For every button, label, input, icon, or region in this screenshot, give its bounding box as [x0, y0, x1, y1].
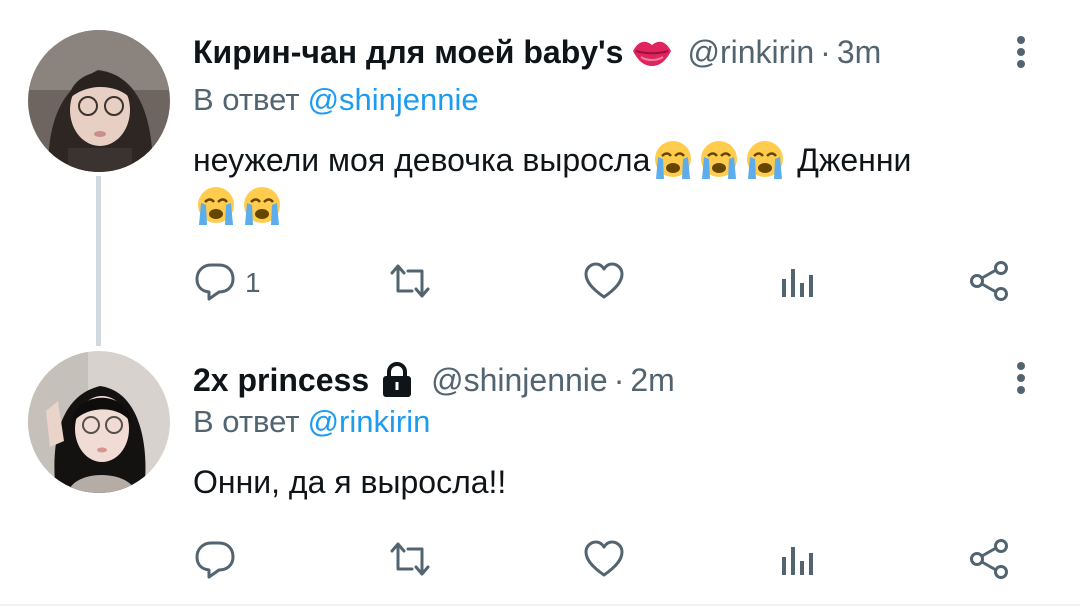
tweet-header: 2x princess @shinjennie · 2m	[193, 360, 675, 400]
tweet-text: Онни, да я выросла!!	[193, 464, 507, 500]
display-name[interactable]: Кирин-чан для моей baby's	[193, 34, 623, 71]
loudly-crying-face-icon	[193, 185, 239, 227]
timestamp[interactable]: 2m	[630, 362, 674, 399]
reply-icon[interactable]	[193, 539, 237, 584]
retweet-button[interactable]	[386, 258, 434, 308]
share-icon[interactable]	[968, 260, 1012, 307]
analytics-icon[interactable]	[778, 539, 818, 584]
share-button[interactable]	[968, 536, 1012, 586]
separator-dot: ·	[820, 33, 831, 70]
display-name[interactable]: 2x princess	[193, 362, 369, 399]
analytics-button[interactable]	[778, 536, 818, 586]
more-icon[interactable]	[1006, 358, 1036, 398]
reply-button[interactable]	[193, 536, 245, 586]
analytics-button[interactable]	[778, 258, 818, 308]
action-bar	[0, 536, 1080, 586]
like-icon[interactable]	[583, 539, 625, 584]
share-button[interactable]	[968, 258, 1012, 308]
loudly-crying-face-icon	[742, 139, 788, 181]
reply-context: В ответ @rinkirin	[193, 404, 430, 440]
like-icon[interactable]	[583, 261, 625, 306]
like-button[interactable]	[583, 536, 625, 586]
user-handle[interactable]: @rinkirin	[687, 34, 814, 71]
tweet-2[interactable]: 2x princess @shinjennie · 2m В ответ @rin…	[0, 340, 1080, 604]
tweet-text-part: Дженни	[797, 142, 912, 178]
reply-context: В ответ @shinjennie	[193, 82, 479, 118]
reply-icon[interactable]	[193, 261, 237, 306]
retweet-icon[interactable]	[386, 261, 434, 306]
tweet-header: Кирин-чан для моей baby's @rinkirin · 3m	[193, 32, 881, 72]
tweet-text: неужели моя девочка выросла Дженни	[193, 137, 1033, 229]
tweet-text-part: неужели моя девочка выросла	[193, 142, 651, 178]
tweet-1[interactable]: Кирин-чан для моей baby's @rinkirin · 3m…	[0, 0, 1080, 340]
lips-emoji-icon	[631, 32, 673, 72]
user-handle[interactable]: @shinjennie	[431, 362, 608, 399]
reply-mention-link[interactable]: @shinjennie	[308, 82, 479, 117]
analytics-icon[interactable]	[778, 261, 818, 306]
loudly-crying-face-icon	[696, 139, 742, 181]
action-bar: 1	[0, 258, 1080, 308]
reply-label: В ответ	[193, 404, 300, 439]
more-icon[interactable]	[1006, 32, 1036, 72]
reply-count: 1	[245, 267, 261, 298]
divider	[0, 604, 1080, 606]
loudly-crying-face-icon	[239, 185, 285, 227]
separator-dot: ·	[613, 361, 625, 398]
retweet-button[interactable]	[386, 536, 434, 586]
lock-icon	[377, 361, 417, 399]
like-button[interactable]	[583, 258, 625, 308]
avatar[interactable]	[28, 351, 170, 493]
avatar[interactable]	[28, 30, 170, 172]
reply-button[interactable]: 1	[193, 258, 261, 308]
retweet-icon[interactable]	[386, 539, 434, 584]
loudly-crying-face-icon	[650, 139, 696, 181]
timestamp[interactable]: 3m	[837, 34, 881, 71]
reply-label: В ответ	[193, 82, 300, 117]
reply-mention-link[interactable]: @rinkirin	[308, 404, 431, 439]
share-icon[interactable]	[968, 538, 1012, 585]
